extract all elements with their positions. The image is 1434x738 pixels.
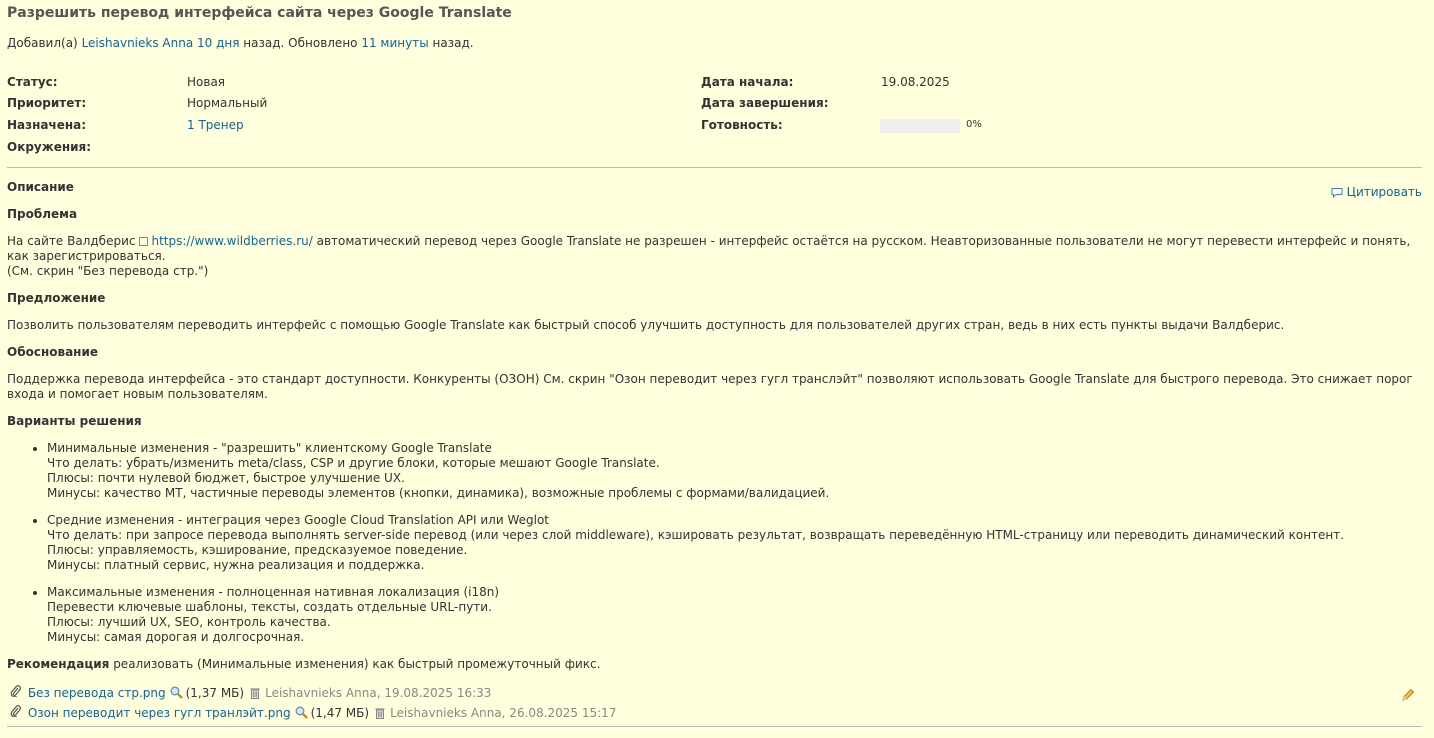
trash-icon[interactable] bbox=[375, 707, 385, 722]
option-line: Минусы: самая дорогая и долгосрочная. bbox=[47, 630, 305, 644]
start-date-value: 19.08.2025 bbox=[881, 75, 950, 89]
author-line: Добавил(а) Leishavnieks Anna 10 дня наза… bbox=[7, 36, 474, 50]
paperclip-icon bbox=[10, 705, 24, 720]
proposal-text: Позволить пользователям переводить интер… bbox=[7, 318, 1285, 332]
divider bbox=[7, 726, 1422, 727]
attachment-meta: Leishavnieks Anna, 26.08.2025 15:17 bbox=[390, 706, 617, 720]
assigned-label: Назначена: bbox=[7, 118, 87, 132]
attachment-link[interactable]: Без перевода стр.png bbox=[28, 686, 166, 700]
created-ago-link[interactable]: 10 дня bbox=[197, 36, 239, 50]
recommendation-text: реализовать (Минимальные изменения) как … bbox=[113, 657, 601, 671]
rationale-text: Поддержка перевода интерфейса - это стан… bbox=[7, 372, 1422, 402]
recommendation: Рекомендация реализовать (Минимальные из… bbox=[7, 657, 1422, 672]
quote-button[interactable]: Цитировать bbox=[1331, 185, 1422, 199]
attachment-row: Озон переводит через гугл транлэйт.png (1… bbox=[10, 705, 616, 722]
option-line: Что делать: при запросе перевода выполня… bbox=[47, 528, 1345, 542]
attachment-link[interactable]: Озон переводит через гугл транлэйт.png bbox=[28, 706, 291, 720]
list-item: Максимальные изменения - полноценная нат… bbox=[47, 585, 1422, 645]
edit-pencil-icon[interactable] bbox=[1401, 688, 1415, 705]
options-list: Минимальные изменения - "разрешить" клие… bbox=[7, 441, 1422, 645]
wildberries-link[interactable]: https://www.wildberries.ru/ bbox=[151, 234, 312, 248]
priority-label: Приоритет: bbox=[7, 96, 87, 110]
done-ratio-label: Готовность: bbox=[701, 118, 783, 132]
author-suffix: назад. bbox=[432, 36, 474, 50]
option-line: Плюсы: почти нулевой бюджет, быстрое улу… bbox=[47, 471, 405, 485]
due-date-label: Дата завершения: bbox=[701, 96, 829, 110]
list-item: Средние изменения - интеграция через Goo… bbox=[47, 513, 1422, 573]
attachment-row: Без перевода стр.png (1,37 МБ) Leishavniek… bbox=[10, 685, 491, 702]
description-body: Проблема На сайте Валдберис https://www.w… bbox=[7, 207, 1422, 672]
list-item: Минимальные изменения - "разрешить" клие… bbox=[47, 441, 1422, 501]
rationale-line-1: Поддержка перевода интерфейса - это стан… bbox=[7, 372, 1413, 386]
heading-problem: Проблема bbox=[7, 207, 78, 221]
option-line: Максимальные изменения - полноценная нат… bbox=[47, 585, 500, 599]
progress-bar bbox=[880, 119, 960, 133]
recommendation-label: Рекомендация bbox=[7, 657, 110, 671]
heading-options: Варианты решения bbox=[7, 414, 142, 428]
problem-text: На сайте Валдберис https://www.wildberrie… bbox=[7, 234, 1422, 279]
updated-ago-link[interactable]: 11 минуты bbox=[361, 36, 428, 50]
option-line: Плюсы: управляемость, кэширование, предс… bbox=[47, 543, 468, 557]
option-line: Что делать: убрать/изменить meta/class, … bbox=[47, 456, 660, 470]
option-line: Средние изменения - интеграция через Goo… bbox=[47, 513, 549, 527]
divider bbox=[7, 167, 1422, 168]
priority-value: Нормальный bbox=[187, 96, 268, 110]
magnifier-icon[interactable] bbox=[295, 706, 308, 722]
option-line: Плюсы: лучший UX, SEO, контроль качества… bbox=[47, 615, 331, 629]
problem-text-pre: На сайте Валдберис bbox=[7, 234, 136, 248]
magnifier-icon[interactable] bbox=[170, 686, 183, 702]
issue-subject: Разрешить перевод интерфейса сайта через… bbox=[7, 5, 512, 21]
option-line: Минимальные изменения - "разрешить" клие… bbox=[47, 441, 492, 455]
option-line: Перевести ключевые шаблоны, тексты, созд… bbox=[47, 600, 492, 614]
speech-bubble-icon bbox=[1331, 188, 1343, 199]
description-title: Описание bbox=[7, 180, 74, 194]
option-line: Минусы: платный сервис, нужна реализация… bbox=[47, 558, 425, 572]
author-link[interactable]: Leishavnieks Anna bbox=[82, 36, 194, 50]
status-label: Статус: bbox=[7, 75, 58, 89]
problem-note: (См. скрин "Без перевода стр.") bbox=[7, 264, 209, 278]
author-prefix: Добавил(а) bbox=[7, 36, 78, 50]
external-link-icon bbox=[139, 237, 149, 246]
trash-icon[interactable] bbox=[250, 687, 260, 702]
attachment-size: (1,37 МБ) bbox=[185, 686, 245, 700]
done-ratio-value: 0% bbox=[966, 119, 982, 130]
author-mid-text: назад. Обновлено bbox=[243, 36, 358, 50]
heading-proposal: Предложение bbox=[7, 291, 106, 305]
rationale-line-2: входа и помогает новым пользователям. bbox=[7, 387, 268, 401]
assigned-user-link[interactable]: 1 Тренер bbox=[187, 118, 244, 132]
start-date-label: Дата начала: bbox=[701, 75, 794, 89]
quote-label: Цитировать bbox=[1346, 185, 1422, 199]
option-line: Минусы: качество МТ, частичные переводы … bbox=[47, 486, 830, 500]
status-value: Новая bbox=[187, 75, 226, 89]
attachment-meta: Leishavnieks Anna, 19.08.2025 16:33 bbox=[265, 686, 492, 700]
heading-rationale: Обоснование bbox=[7, 345, 99, 359]
environment-label: Окружения: bbox=[7, 140, 92, 154]
paperclip-icon bbox=[10, 685, 24, 700]
attachment-size: (1,47 МБ) bbox=[310, 706, 370, 720]
